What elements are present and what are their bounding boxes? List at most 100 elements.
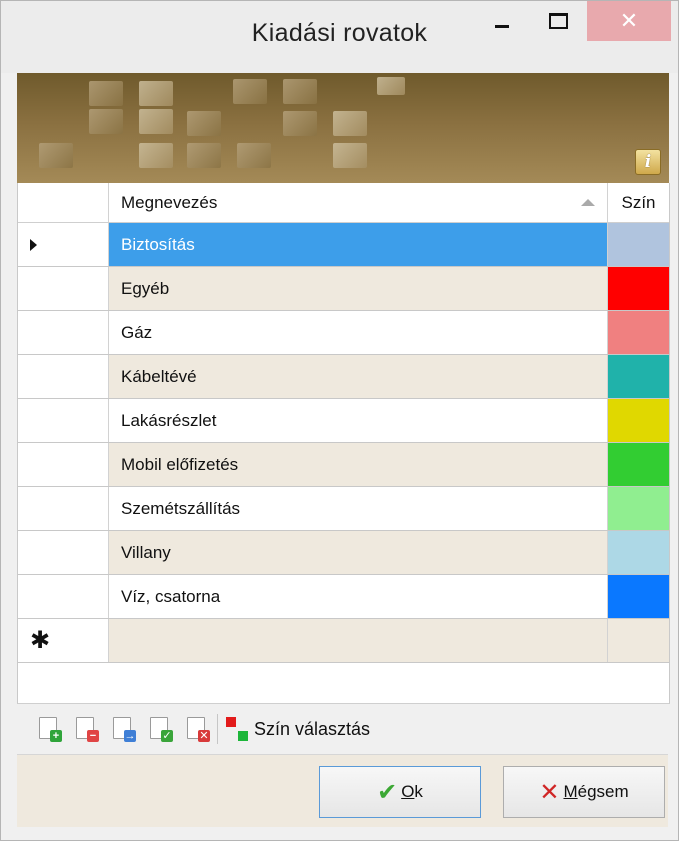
cell-color[interactable] [608, 399, 669, 442]
check-icon: ✔ [377, 778, 398, 806]
cell-color[interactable] [608, 531, 669, 574]
cell-name[interactable]: Szemétszállítás [109, 487, 608, 530]
banner-tile [187, 111, 221, 136]
color-swap-icon [226, 717, 248, 741]
cell-name[interactable]: Kábeltévé [109, 355, 608, 398]
table-row[interactable]: Lakásrészlet [18, 399, 669, 443]
color-swatch [608, 267, 669, 310]
banner-tile [139, 143, 173, 168]
new-row[interactable]: ✱ [18, 619, 669, 663]
banner-tile [283, 79, 317, 104]
banner-tile [237, 143, 271, 168]
header-banner: i [17, 73, 669, 183]
cancel-button[interactable]: ✕ Mégsem [503, 766, 665, 818]
table-row[interactable]: Egyéb [18, 267, 669, 311]
ok-button[interactable]: ✔ Ok [319, 766, 481, 818]
column-header-name[interactable]: Megnevezés [109, 183, 608, 222]
cancel-mnemonic: M [563, 782, 578, 801]
cell-name[interactable]: Gáz [109, 311, 608, 354]
plus-icon: + [50, 730, 62, 742]
arrow-right-icon: → [124, 729, 136, 742]
cell-name[interactable]: Lakásrészlet [109, 399, 608, 442]
categories-grid: Megnevezés Szín Biztosítás Egyéb Gáz Káb… [17, 183, 670, 663]
color-swatch [608, 355, 669, 398]
cell-color[interactable] [608, 355, 669, 398]
cell-name[interactable]: Mobil előfizetés [109, 443, 608, 486]
grid-header-row: Megnevezés Szín [18, 183, 669, 223]
delete-record-button[interactable]: − [76, 717, 99, 742]
table-row[interactable]: Szemétszállítás [18, 487, 669, 531]
toolbar-separator [217, 714, 218, 744]
maximize-button[interactable] [535, 1, 581, 41]
cell-color[interactable] [608, 443, 669, 486]
check-icon: ✓ [161, 729, 173, 742]
cancel-x-icon: ✕ [539, 778, 560, 806]
row-indicator[interactable] [18, 575, 109, 618]
close-icon: ✕ [619, 8, 639, 33]
row-indicator[interactable] [18, 531, 109, 574]
row-indicator[interactable] [18, 311, 109, 354]
color-pick-label: Szín választás [254, 718, 371, 739]
new-row-color-cell[interactable] [608, 619, 669, 662]
banner-tile [283, 111, 317, 136]
table-row[interactable]: Kábeltévé [18, 355, 669, 399]
minus-icon: − [87, 730, 99, 742]
dialog-footer: ✔ Ok ✕ Mégsem [17, 755, 668, 827]
new-row-indicator[interactable]: ✱ [18, 619, 109, 662]
column-header-color[interactable]: Szín [608, 183, 669, 222]
grid-empty-area [17, 663, 670, 704]
cell-color[interactable] [608, 575, 669, 618]
cancel-edit-button[interactable]: ✕ [187, 717, 210, 742]
cancel-label: égsem [577, 782, 629, 801]
cell-color[interactable] [608, 267, 669, 310]
cell-color[interactable] [608, 223, 669, 266]
close-button[interactable]: ✕ [587, 1, 671, 41]
save-record-button[interactable]: ✓ [150, 717, 173, 742]
row-indicator[interactable] [18, 487, 109, 530]
dialog-window: Kiadási rovatok ✕ i Megnevezés Szín Bizt… [0, 0, 679, 841]
color-swap-green [238, 731, 248, 741]
banner-tile [377, 77, 405, 95]
color-swatch [608, 443, 669, 486]
color-swatch [608, 223, 669, 266]
banner-tile [39, 143, 73, 168]
cell-name[interactable]: Villany [109, 531, 608, 574]
banner-tile [139, 81, 173, 106]
cell-color[interactable] [608, 487, 669, 530]
table-row[interactable]: Gáz [18, 311, 669, 355]
banner-tile [89, 109, 123, 134]
color-swap-red [226, 717, 236, 727]
table-row[interactable]: Biztosítás [18, 223, 669, 267]
table-row[interactable]: Villany [18, 531, 669, 575]
row-indicator[interactable] [18, 223, 109, 266]
cell-color[interactable] [608, 311, 669, 354]
color-swatch [608, 575, 669, 618]
row-indicator[interactable] [18, 399, 109, 442]
table-row[interactable]: Víz, csatorna [18, 575, 669, 619]
minimize-button[interactable] [479, 1, 525, 41]
banner-tile [333, 111, 367, 136]
row-indicator[interactable] [18, 355, 109, 398]
row-indicator[interactable] [18, 267, 109, 310]
info-icon[interactable]: i [635, 149, 661, 175]
row-indicator-header [18, 183, 109, 222]
column-header-name-label: Megnevezés [121, 192, 218, 212]
table-row[interactable]: Mobil előfizetés [18, 443, 669, 487]
add-record-button[interactable]: + [39, 717, 62, 742]
new-row-name-cell[interactable] [109, 619, 608, 662]
sort-ascending-icon [581, 199, 595, 206]
color-pick-button[interactable]: Szín választás [226, 717, 370, 741]
color-swatch [608, 531, 669, 574]
minimize-icon [495, 24, 509, 28]
cell-name[interactable]: Egyéb [109, 267, 608, 310]
new-row-icon: ✱ [30, 626, 51, 654]
banner-tile [187, 143, 221, 168]
cell-name[interactable]: Víz, csatorna [109, 575, 608, 618]
edit-record-button[interactable]: → [113, 717, 136, 742]
cell-name[interactable]: Biztosítás [109, 223, 608, 266]
banner-tile [139, 109, 173, 134]
row-indicator[interactable] [18, 443, 109, 486]
title-bar[interactable]: Kiadási rovatok ✕ [1, 1, 678, 73]
color-swatch [608, 311, 669, 354]
banner-tile [233, 79, 267, 104]
